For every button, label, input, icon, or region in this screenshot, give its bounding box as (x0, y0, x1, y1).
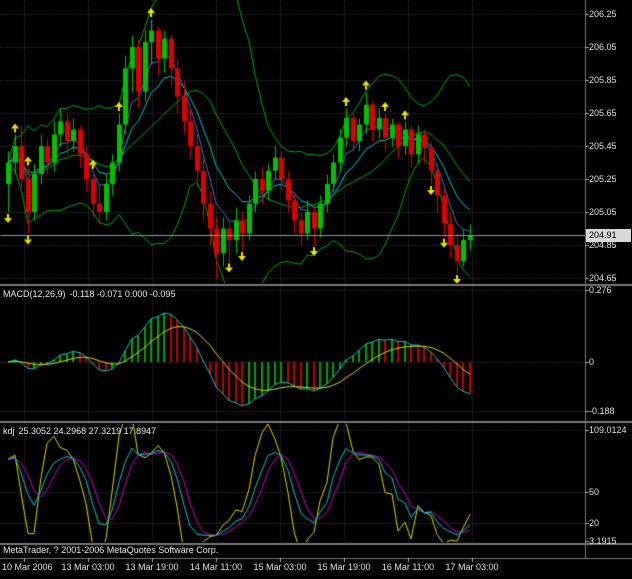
time-axis-label: 14 Mar 11:00 (190, 562, 242, 572)
price-scale-label: 205.65 (589, 108, 617, 118)
kdj-scale-label: 50 (589, 487, 599, 497)
price-scale-label: 205.45 (589, 141, 617, 151)
price-scale-label: 205.05 (589, 207, 617, 217)
time-axis-label: 17 Mar 03:00 (445, 562, 498, 572)
kdj-values: 25.3052 24.2968 27.3219 17.8947 (19, 426, 157, 436)
price-scale-label: 205.85 (589, 75, 617, 85)
time-axis-label: 10 Mar 2006 (2, 562, 53, 572)
price-scale-label: 206.25 (589, 9, 617, 19)
macd-values: -0.118 -0.071 0.000 -0.095 (70, 289, 176, 299)
macd-scale-label: -0.188 (589, 406, 615, 416)
macd-indicator-label: MACD(12,26,9) -0.118 -0.071 0.000 -0.095 (3, 289, 179, 299)
kdj-scale-label: 3.1915 (589, 536, 617, 546)
kdj-scale-label: 109.0124 (589, 425, 627, 435)
kdj-scale-label: 20 (589, 518, 599, 528)
price-scale-label: 205.25 (589, 174, 617, 184)
time-axis-label: 13 Mar 19:00 (125, 562, 178, 572)
macd-scale-label: 0 (589, 357, 594, 367)
time-axis-label: 13 Mar 03:00 (61, 562, 114, 572)
price-scale-label: 204.65 (589, 273, 617, 283)
time-axis-label: 16 Mar 11:00 (382, 562, 434, 572)
kdj-name: kdj (3, 426, 15, 436)
macd-name: MACD(12,26,9) (3, 289, 66, 299)
macd-scale-label: 0.276 (589, 285, 612, 295)
current-price-box: 204.91 (586, 229, 631, 242)
status-bar-text: MetaTrader, ? 2001-2006 MetaQuotes Softw… (3, 545, 218, 556)
metatrader-chart-window: MACD(12,26,9)-0.118 -0.071 0.000 -0.095 … (0, 0, 632, 579)
price-scale-label: 206.05 (589, 42, 617, 52)
time-axis-label: 15 Mar 19:00 (317, 562, 370, 572)
time-axis-label: 15 Mar 03:00 (253, 562, 306, 572)
kdj-indicator-label: kdj 25.3052 24.2968 27.3219 17.8947 (3, 426, 160, 436)
